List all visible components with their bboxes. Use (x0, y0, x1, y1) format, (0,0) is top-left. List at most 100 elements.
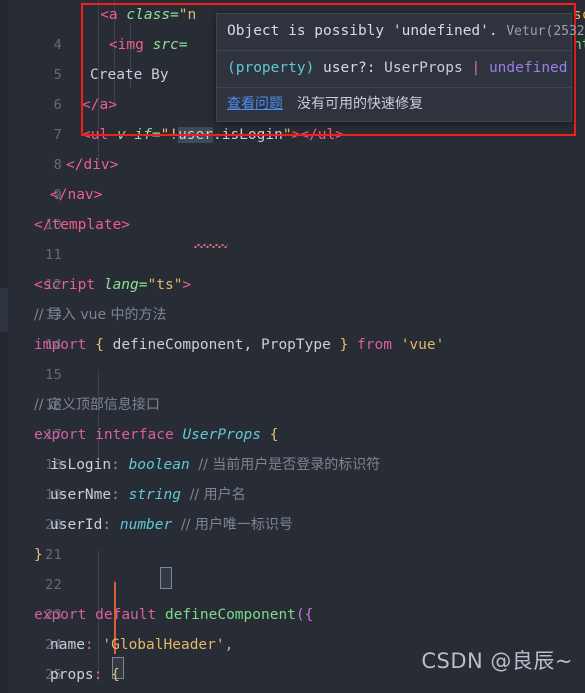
token-type-name: UserProps (182, 427, 262, 443)
token-attr: class= (126, 7, 179, 23)
token-tag: ></ul> (291, 127, 344, 143)
token-member: .isLogin (212, 127, 283, 143)
line-content: </nav> (50, 187, 103, 203)
token-string: 'GlobalHeader' (102, 637, 225, 653)
scrollbar-thumb[interactable] (0, 288, 8, 332)
token-punct: > (182, 277, 192, 293)
token-prop: name (50, 637, 85, 653)
token-type: string (128, 487, 181, 503)
token-brace: { (95, 337, 104, 353)
code-line[interactable]: 18 export interface UserProps { (8, 420, 585, 473)
tooltip-union-separator: | (471, 60, 481, 76)
token-imports: defineComponent, PropType (103, 337, 340, 353)
code-line[interactable]: 8 <ul v-if="!user.isLogin"></ul> (8, 120, 585, 248)
token-colon: : (111, 487, 120, 503)
token-comment: // 用户唯一标识号 (180, 517, 293, 533)
line-content: name: 'GlobalHeader', (50, 630, 233, 660)
editor-surface[interactable]: 4 <a class="n scr 5 <img src= nt= 6 Crea… (8, 0, 585, 693)
line-content: <script lang="ts"> (34, 270, 191, 300)
line-content: userId: number // 用户唯一标识号 (50, 510, 293, 540)
token-type: number (119, 517, 173, 533)
code-line[interactable]: 10 </nav> (8, 180, 585, 233)
token-keyword: export (34, 427, 87, 443)
code-line[interactable]: 12 (8, 240, 585, 293)
code-line[interactable]: 21 userId: number // 用户唯一标识号 (8, 510, 585, 563)
hover-tooltip[interactable]: Object is possibly 'undefined'. Vetur(25… (216, 13, 585, 122)
tooltip-source: Vetur(2532) (506, 24, 585, 39)
tooltip-signature: (property) user?: UserProps | undefined (217, 51, 571, 87)
line-content: </template> (34, 217, 131, 233)
token-brace: { (111, 667, 120, 683)
line-content: } (34, 547, 43, 563)
line-content: export interface UserProps { (34, 420, 278, 450)
line-content: userNme: string // 用户名 (50, 480, 246, 510)
line-content: isLogin: boolean // 当前用户是否登录的标识符 (50, 450, 380, 480)
token-string: "ts" (147, 277, 183, 293)
watermark: CSDN @良辰~ (421, 649, 573, 673)
token-tag: <ul (82, 127, 109, 143)
token-comment: // 当前用户是否登录的标识符 (198, 457, 381, 473)
token-tag: <script (34, 277, 96, 293)
token-brace: } (339, 337, 349, 353)
code-line[interactable]: 23 (8, 570, 585, 623)
overview-ruler[interactable] (0, 0, 8, 693)
line-content: <a class="n (74, 0, 196, 30)
code-line[interactable]: 17 // 定义顶部信息接口 (8, 390, 585, 443)
line-content: import { defineComponent, PropType } fro… (34, 330, 444, 360)
token-keyword: from (357, 337, 392, 353)
line-content: // 导入 vue 中的方法 (34, 307, 167, 323)
token-type: boolean (128, 457, 190, 473)
token-function: defineComponent (164, 607, 296, 623)
tooltip-undefined-type: undefined (488, 60, 568, 76)
code-line[interactable]: 11 </template> (8, 210, 585, 263)
token-prop: userId (50, 517, 103, 533)
line-content: <img src= (74, 30, 188, 60)
no-quickfix-label: 没有可用的快速修复 (297, 96, 423, 112)
token-keyword: import (34, 337, 87, 353)
token-string: " (282, 127, 292, 143)
token-string: 'vue' (400, 337, 445, 353)
line-content: export default defineComponent({ (34, 600, 313, 630)
line-content: <ul v-if="!user.isLogin"></ul> (82, 120, 344, 150)
token-tag: <a (100, 7, 118, 23)
line-content: props: { (50, 660, 120, 690)
tooltip-message: Object is possibly 'undefined'. (227, 23, 498, 39)
code-line[interactable]: 24 export default defineComponent({ (8, 600, 585, 653)
line-content: </a> (82, 97, 117, 113)
token-comment: // 用户名 (189, 487, 246, 503)
token-directive: v-if= (116, 127, 161, 143)
token-colon: : (102, 517, 112, 533)
code-line[interactable]: 13 <script lang="ts"> (8, 270, 585, 323)
view-problem-link[interactable]: 查看问题 (227, 96, 283, 112)
line-content: Create By (90, 67, 169, 83)
token-colon: : (111, 457, 120, 473)
token-brace: ({ (295, 607, 314, 623)
token-colon: : (84, 637, 94, 653)
tooltip-actions: 查看问题 没有可用的快速修复 (217, 88, 571, 121)
token-tag: <img (108, 37, 144, 53)
code-line[interactable]: 19 isLogin: boolean // 当前用户是否登录的标识符 (8, 450, 585, 503)
token-string: "! (160, 127, 179, 143)
token-prop: isLogin (50, 457, 112, 473)
code-line[interactable]: 9 </div> (8, 150, 585, 203)
token-user-occurrence[interactable]: user (178, 127, 213, 143)
tooltip-prop-type: UserProps (384, 60, 463, 76)
vscode-editor-screenshot: 4 <a class="n scr 5 <img src= nt= 6 Crea… (0, 0, 585, 693)
line-content: // 定义顶部信息接口 (34, 397, 160, 413)
token-keyword: default (95, 607, 157, 623)
code-line[interactable]: 20 userNme: string // 用户名 (8, 480, 585, 533)
code-line[interactable]: 15 import { defineComponent, PropType } … (8, 330, 585, 383)
tooltip-diagnostic: Object is possibly 'undefined'. Vetur(25… (217, 14, 585, 50)
token-prop: props (50, 667, 94, 683)
line-content: </div> (66, 157, 119, 173)
token-string: "n (178, 7, 197, 23)
tooltip-kind: (property) (227, 60, 315, 76)
code-line[interactable]: 16 (8, 360, 585, 413)
token-comma: , (224, 637, 234, 653)
token-brace: { (269, 427, 279, 443)
code-line[interactable]: 22 } (8, 540, 585, 593)
token-prop: userNme (50, 487, 112, 503)
code-line[interactable]: 14 // 导入 vue 中的方法 (8, 300, 585, 353)
token-attr: src= (152, 37, 188, 53)
token-keyword: interface (95, 427, 174, 443)
